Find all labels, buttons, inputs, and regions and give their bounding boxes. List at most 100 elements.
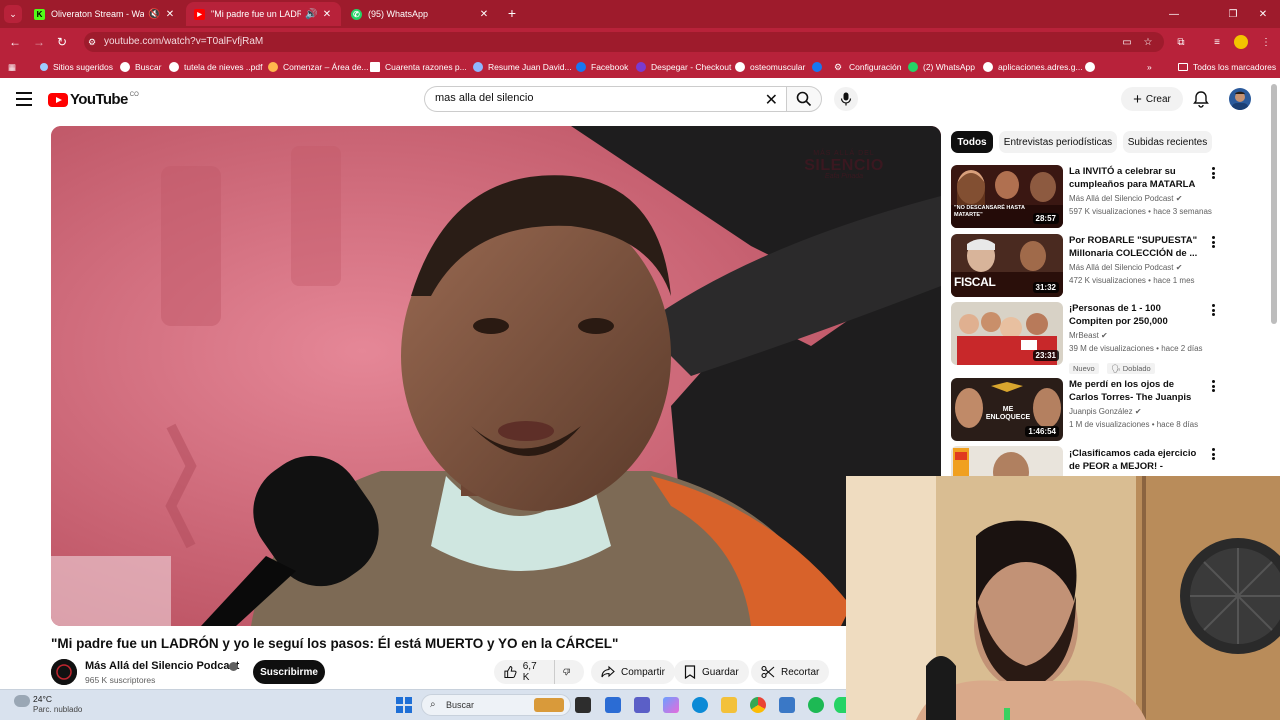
minimize-button[interactable]: — — [1159, 5, 1189, 23]
audio-playing-icon[interactable]: 🔊 — [305, 9, 317, 20]
voice-search-button[interactable] — [834, 87, 858, 111]
tab-search-button[interactable]: ⌄ — [4, 5, 22, 23]
close-tab-icon[interactable]: ✕ — [478, 9, 490, 20]
channel-avatar[interactable] — [51, 659, 77, 685]
bookmarks-overflow-icon[interactable]: » — [1147, 60, 1152, 74]
bookmark-cuarenta-razones[interactable]: Cuarenta razones p... — [370, 60, 467, 74]
close-tab-icon[interactable]: ✕ — [321, 9, 333, 20]
bookmark-comenzar[interactable]: Comenzar – Área de... — [268, 60, 369, 74]
recommended-channel[interactable]: Más Allá del Silencio Podcast ✔ — [1069, 194, 1182, 203]
search-input[interactable] — [435, 92, 735, 104]
copilot-icon[interactable] — [663, 697, 679, 713]
channel-name[interactable]: Más Allá del Silencio Podcast — [85, 660, 239, 672]
recommended-video[interactable]: ME ENLOQUECE 1:46:54 Me perdí en los ojo… — [951, 378, 1221, 444]
bookmark-tutela[interactable]: tutela de nieves ..pdf — [169, 60, 262, 74]
recommended-title[interactable]: ¡Clasificamos cada ejercicio de PEOR a M… — [1069, 447, 1205, 473]
chrome-icon[interactable] — [750, 697, 766, 713]
bookmark-whatsapp[interactable]: (2) WhatsApp — [908, 60, 975, 74]
new-tab-button[interactable]: + — [503, 4, 521, 22]
file-explorer-icon[interactable] — [721, 697, 737, 713]
muted-icon[interactable]: 🔇 — [148, 9, 160, 20]
close-tab-icon[interactable]: ✕ — [164, 9, 176, 20]
windows-start-icon[interactable] — [396, 697, 412, 713]
recommended-video[interactable]: 23:31 ¡Personas de 1 - 100 Compiten por … — [951, 302, 1221, 374]
bookmark-buscar[interactable]: Buscar — [120, 60, 161, 74]
subscribe-button[interactable]: Suscribirme — [253, 660, 325, 684]
tab-whatsapp[interactable]: ✆ (95) WhatsApp ✕ — [343, 2, 498, 26]
more-actions-icon[interactable] — [1212, 304, 1216, 316]
recommended-video[interactable]: ¡Clasificamos cada ejercicio de PEOR a M… — [951, 446, 1221, 476]
cloud-weather-icon[interactable] — [14, 695, 30, 707]
recommended-video[interactable]: "NO DESCANSARÉ HASTA MATARTE" 28:57 La I… — [951, 165, 1221, 231]
restore-button[interactable]: ❐ — [1218, 5, 1248, 23]
recommended-channel[interactable]: MrBeast ✔ — [1069, 331, 1108, 340]
more-actions-icon[interactable] — [1212, 448, 1216, 460]
recommended-title[interactable]: La INVITÓ a celebrar su cumpleaños para … — [1069, 165, 1205, 191]
weather-description[interactable]: Parc. nublado — [33, 705, 82, 714]
weather-temperature[interactable]: 24°C — [33, 694, 52, 704]
like-button[interactable]: 6,7 K — [494, 660, 554, 684]
close-window-button[interactable]: ✕ — [1248, 5, 1278, 23]
clear-search-icon[interactable]: ✕ — [765, 90, 778, 110]
hamburger-menu-icon[interactable] — [16, 92, 32, 106]
site-info-icon[interactable]: ⚙ — [88, 32, 96, 52]
task-view-icon[interactable] — [575, 697, 591, 713]
chip-entrevistas[interactable]: Entrevistas periodísticas — [999, 131, 1117, 153]
recommended-title[interactable]: Por ROBARLE "SUPUESTA" Millonaria COLECC… — [1069, 234, 1205, 260]
youtube-logo[interactable]: YouTube CO — [48, 91, 139, 108]
clip-button[interactable]: Recortar — [751, 660, 830, 684]
address-bar[interactable]: ⚙ youtube.com/watch?v=T0alFvfjRaM — [84, 32, 1164, 52]
media-controls-icon[interactable]: ≡ — [1208, 33, 1226, 51]
share-button[interactable]: Compartir — [591, 660, 675, 684]
reload-button[interactable]: ↻ — [53, 33, 71, 51]
spotify-icon[interactable] — [808, 697, 824, 713]
bookmark-facebook[interactable]: Facebook — [576, 60, 628, 74]
back-button[interactable]: ← — [6, 33, 24, 51]
extensions-icon[interactable]: ⧉ — [1172, 33, 1190, 51]
bookmark-resume[interactable]: Resume Juan David... — [473, 60, 572, 74]
profile-avatar-icon[interactable] — [1234, 35, 1248, 49]
video-player[interactable]: MÁS ALLÁ DEL SILENCIO Eafa Pinada — [51, 126, 941, 626]
recommended-video[interactable]: FISCAL 31:32 Por ROBARLE "SUPUESTA" Mill… — [951, 234, 1221, 300]
cast-icon[interactable]: ▭ — [1118, 33, 1136, 51]
chip-subidas-recientes[interactable]: Subidas recientes — [1123, 131, 1212, 153]
dislike-button[interactable] — [554, 660, 584, 684]
edge-icon[interactable] — [692, 697, 708, 713]
tab-oliveraton[interactable]: K Oliveraton Stream - Watch Li 🔇 ✕ — [26, 2, 184, 26]
all-bookmarks-folder[interactable]: Todos los marcadores — [1178, 60, 1276, 74]
account-avatar[interactable] — [1229, 88, 1251, 110]
recommended-channel[interactable]: Más Allá del Silencio Podcast ✔ — [1069, 263, 1182, 272]
video-thumbnail[interactable] — [951, 446, 1063, 476]
more-actions-icon[interactable] — [1212, 380, 1216, 392]
bookmark-star-icon[interactable]: ☆ — [1139, 33, 1157, 51]
search-button[interactable] — [786, 86, 822, 112]
notifications-bell-icon[interactable] — [1192, 90, 1210, 108]
more-actions-icon[interactable] — [1212, 236, 1216, 248]
bookmark-sitios-sugeridos[interactable]: Sitios sugeridos — [40, 60, 113, 74]
recommended-title[interactable]: ¡Personas de 1 - 100 Compiten por 250,00… — [1069, 302, 1205, 328]
apps-grid-icon[interactable]: ▦ — [8, 60, 16, 74]
whatsapp-taskbar-icon[interactable] — [834, 697, 846, 713]
video-thumbnail[interactable]: 23:31 — [951, 302, 1063, 365]
video-thumbnail[interactable]: FISCAL 31:32 — [951, 234, 1063, 297]
widgets-icon[interactable] — [605, 697, 621, 713]
recommended-channel[interactable]: Juanpis González ✔ — [1069, 407, 1142, 416]
forward-button[interactable]: → — [30, 33, 48, 51]
bookmark-extra[interactable] — [1085, 60, 1100, 74]
browser-menu-icon[interactable]: ⋮ — [1257, 33, 1275, 51]
recommended-title[interactable]: Me perdí en los ojos de Carlos Torres- T… — [1069, 378, 1205, 404]
bookmark-configuracion[interactable]: ⚙ Configuración — [834, 60, 901, 74]
bookmark-despegar[interactable]: Despegar - Checkout — [636, 60, 731, 74]
create-button[interactable]: + Crear — [1121, 87, 1183, 111]
video-thumbnail[interactable]: "NO DESCANSARÉ HASTA MATARTE" 28:57 — [951, 165, 1063, 228]
chip-todos[interactable]: Todos — [951, 131, 993, 153]
more-actions-icon[interactable] — [1212, 167, 1216, 179]
bookmark-facebook-2[interactable] — [812, 60, 827, 74]
bookmark-adres[interactable]: aplicaciones.adres.g... — [983, 60, 1083, 74]
video-thumbnail[interactable]: ME ENLOQUECE 1:46:54 — [951, 378, 1063, 441]
teams-icon[interactable] — [634, 697, 650, 713]
bookmark-osteomuscular[interactable]: osteomuscular — [735, 60, 805, 74]
page-scrollbar[interactable] — [1271, 84, 1277, 324]
tab-youtube-video[interactable]: ▶ "Mi padre fue un LADRÓN 🔊 ✕ — [186, 2, 341, 26]
taskbar-search[interactable]: ⌕ Buscar — [421, 694, 571, 716]
